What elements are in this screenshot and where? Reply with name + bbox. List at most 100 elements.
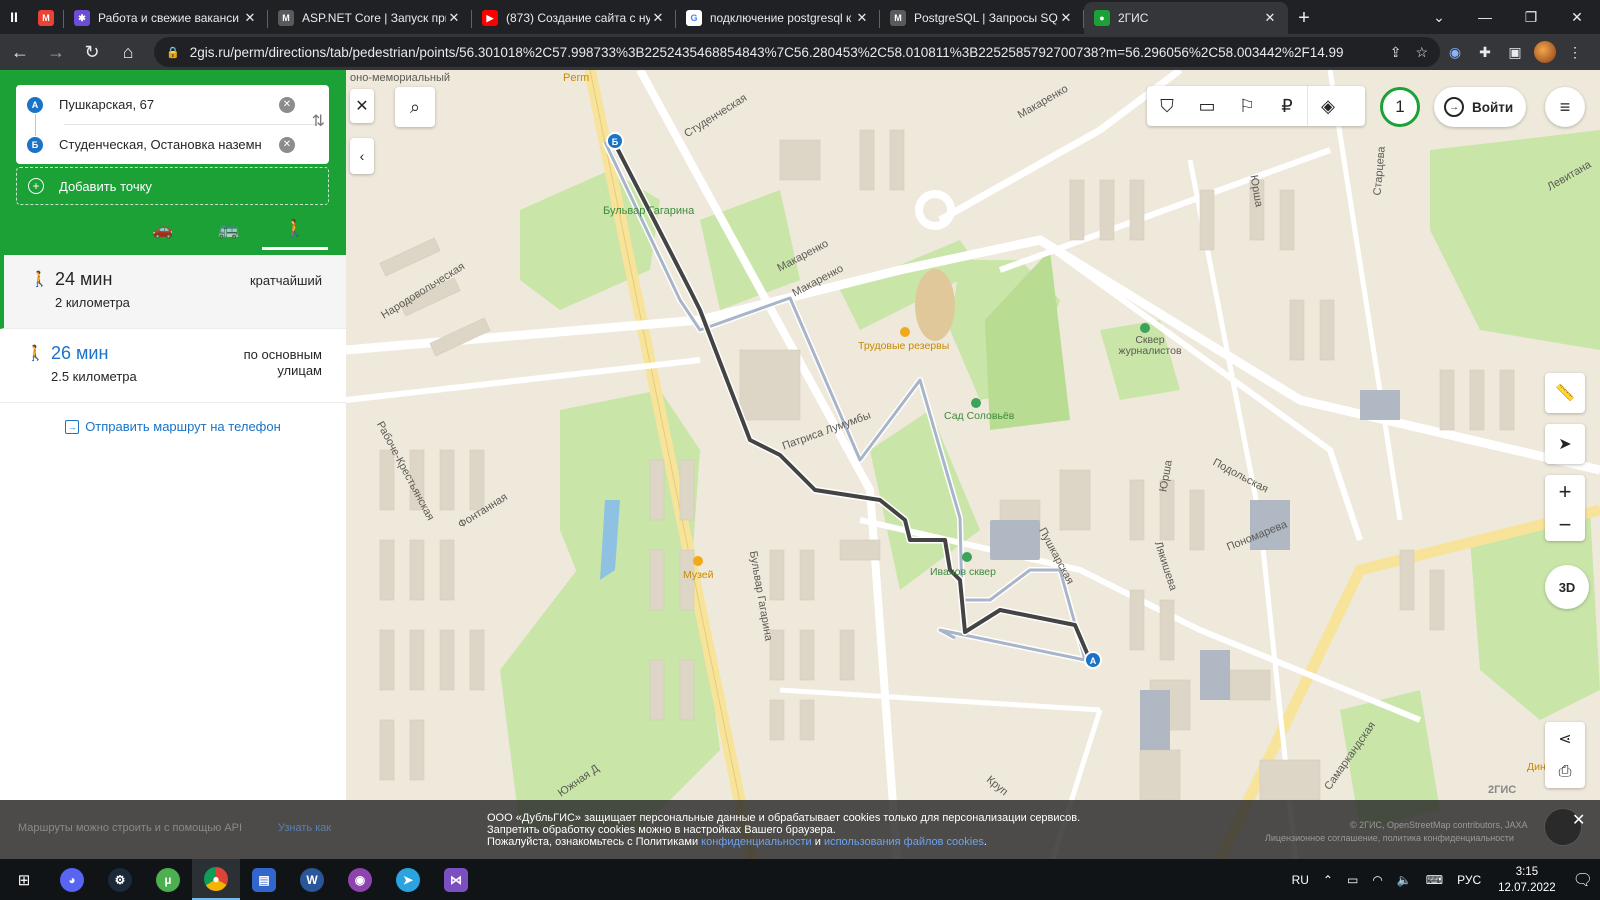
hh-icon: ✱ [74, 10, 90, 26]
close-panel-button[interactable]: ✕ [350, 89, 374, 123]
profile-avatar[interactable] [1530, 37, 1560, 67]
language-indicator[interactable]: RU [1292, 873, 1309, 887]
system-tray: RU ⌃ ▭ ◠ 🔈 ⌨ РУС 3:15 12.07.2022 🗨 [1285, 859, 1600, 900]
point-b-text[interactable]: Студенческая, Остановка наземн [59, 137, 279, 152]
minimize-icon[interactable]: — [1462, 0, 1508, 34]
keyboard-layout[interactable]: РУС [1457, 873, 1481, 887]
discord-app[interactable]: ◕ [48, 859, 96, 900]
word-app[interactable]: W [288, 859, 336, 900]
transport-icon[interactable]: ▭ [1187, 86, 1227, 126]
close-cookie-icon[interactable]: ✕ [1572, 810, 1590, 829]
utorrent-app[interactable]: µ [144, 859, 192, 900]
forward-icon[interactable]: → [40, 36, 72, 68]
api-learn-link[interactable]: Узнать как [278, 822, 331, 834]
podcast-icon: ◉ [348, 867, 372, 892]
menu-button[interactable]: ≡ [1545, 87, 1585, 127]
add-point-button[interactable]: + Добавить точку [16, 167, 329, 205]
tab-gmail[interactable]: M [28, 2, 64, 34]
zoom-out-button[interactable]: − [1559, 508, 1572, 541]
tab-search-icon[interactable]: II [0, 0, 28, 34]
poi-label: Иванов сквер [930, 566, 996, 578]
swap-points-icon[interactable]: ⇅ [312, 111, 325, 131]
tray-chevron-icon[interactable]: ⌃ [1323, 873, 1333, 887]
telegram-app[interactable]: ➤ [384, 859, 432, 900]
restore-icon[interactable]: ❐ [1508, 0, 1554, 34]
keyboard-icon[interactable]: ⌨ [1426, 873, 1443, 887]
menu-dots-icon[interactable]: ⋮ [1560, 37, 1590, 67]
notification-badge[interactable]: 1 [1380, 87, 1420, 127]
address-bar[interactable]: 🔒 2gis.ru/perm/directions/tab/pedestrian… [154, 37, 1440, 67]
layers-icon[interactable]: ◈ [1308, 86, 1348, 126]
traffic-icon[interactable]: ⛉ [1147, 86, 1187, 126]
steam-app[interactable]: ⚙ [96, 859, 144, 900]
sidepanel-icon[interactable]: ▣ [1500, 37, 1530, 67]
tab-aspnet[interactable]: M ASP.NET Core | Запуск при ✕ [268, 2, 472, 34]
wifi-icon[interactable]: ◠ [1372, 873, 1382, 887]
point-a-text[interactable]: Пушкарская, 67 [59, 97, 279, 112]
plus-icon: + [28, 178, 44, 194]
tab-close-icon[interactable]: ✕ [446, 10, 462, 26]
extension-icon[interactable]: ◉ [1440, 37, 1470, 67]
telegram-icon: ➤ [396, 867, 420, 892]
tab-postgres[interactable]: M PostgreSQL | Запросы SQL ✕ [880, 2, 1084, 34]
close-window-icon[interactable]: ✕ [1554, 0, 1600, 34]
tab-youtube[interactable]: ▶ (873) Создание сайта с ну ✕ [472, 2, 676, 34]
tab-close-icon[interactable]: ✕ [242, 10, 258, 26]
clear-point-a-icon[interactable]: ✕ [279, 96, 295, 113]
new-tab-button[interactable]: + [1288, 2, 1320, 34]
collapse-panel-button[interactable]: ‹ [350, 138, 374, 174]
clear-point-b-icon[interactable]: ✕ [279, 136, 295, 153]
home-icon[interactable]: ⌂ [112, 36, 144, 68]
tab-close-icon[interactable]: ✕ [854, 10, 870, 26]
tab-google[interactable]: G подключение postgresql к ✕ [676, 2, 880, 34]
tab-list-icon[interactable]: ⌄ [1416, 0, 1462, 34]
signpost-icon[interactable]: ⚐ [1227, 86, 1267, 126]
chrome-app[interactable]: ● [192, 859, 240, 900]
zoom-in-button[interactable]: + [1559, 475, 1572, 508]
share-icon[interactable]: ⇪ [1390, 44, 1402, 61]
lock-icon: 🔒 [166, 46, 180, 59]
notifications-icon[interactable]: 🗨 [1573, 870, 1593, 890]
route-option-2[interactable]: 🚶 26 мин 2.5 километра по основным улица… [0, 329, 346, 403]
start-button[interactable]: ⊞ [0, 859, 48, 900]
bus-mode-tab[interactable]: 🚌 [196, 210, 262, 250]
my-location-button[interactable]: ➤ [1545, 424, 1585, 464]
print-icon[interactable]: ⎙ [1559, 755, 1572, 788]
save-app[interactable]: ▤ [240, 859, 288, 900]
bookmark-star-icon[interactable]: ☆ [1415, 44, 1428, 61]
route-option-1[interactable]: 🚶 24 мин 2 километра кратчайший [0, 255, 346, 329]
puzzle-icon[interactable]: ✚ [1470, 37, 1500, 67]
ruler-button[interactable]: 📏 [1545, 373, 1585, 413]
poi-label: Музей [683, 569, 714, 581]
ruble-icon[interactable]: ₽ [1267, 86, 1307, 126]
battery-icon[interactable]: ▭ [1347, 873, 1358, 887]
car-mode-tab[interactable]: 🚗 [130, 210, 196, 250]
tab-close-icon[interactable]: ✕ [1058, 10, 1074, 26]
search-button[interactable]: ⌕ [395, 87, 435, 127]
clock[interactable]: 3:15 12.07.2022 [1498, 864, 1556, 896]
license-link[interactable]: Лицензионное соглашение, политика конфид… [1265, 833, 1514, 843]
3d-toggle-button[interactable]: 3D [1545, 565, 1589, 609]
privacy-policy-link[interactable]: конфиденциальности [701, 836, 812, 848]
tab-2gis[interactable]: ● 2ГИС ✕ [1084, 2, 1288, 34]
login-button[interactable]: → Войти [1434, 87, 1526, 127]
volume-icon[interactable]: 🔈 [1397, 873, 1412, 887]
point-b-field[interactable]: Б Студенческая, Остановка наземн ✕ [16, 125, 329, 164]
google-icon: G [686, 10, 702, 26]
walk-mode-tab[interactable]: 🚶 [262, 210, 328, 250]
route-time: 24 мин [55, 269, 113, 289]
url-text: 2gis.ru/perm/directions/tab/pedestrian/p… [189, 44, 1344, 60]
share-icon[interactable]: ⋖ [1558, 722, 1571, 755]
share-button[interactable]: ⋖ ⎙ [1545, 722, 1585, 788]
tab-close-icon[interactable]: ✕ [650, 10, 666, 26]
tab-close-icon[interactable]: ✕ [1262, 10, 1278, 26]
tab-hh[interactable]: ✱ Работа и свежие ваканси ✕ [64, 2, 268, 34]
back-icon[interactable]: ← [4, 36, 36, 68]
cookie-policy-link[interactable]: использования файлов cookies [824, 836, 984, 848]
transport-mode-tabs: 🚗 🚌 🚶 [130, 210, 328, 250]
reload-icon[interactable]: ↻ [76, 36, 108, 68]
point-a-field[interactable]: A Пушкарская, 67 ✕ [16, 85, 329, 124]
podcast-app[interactable]: ◉ [336, 859, 384, 900]
visual-studio-app[interactable]: ⋈ [432, 859, 480, 900]
send-to-phone-link[interactable]: → Отправить маршрут на телефон [0, 419, 346, 434]
